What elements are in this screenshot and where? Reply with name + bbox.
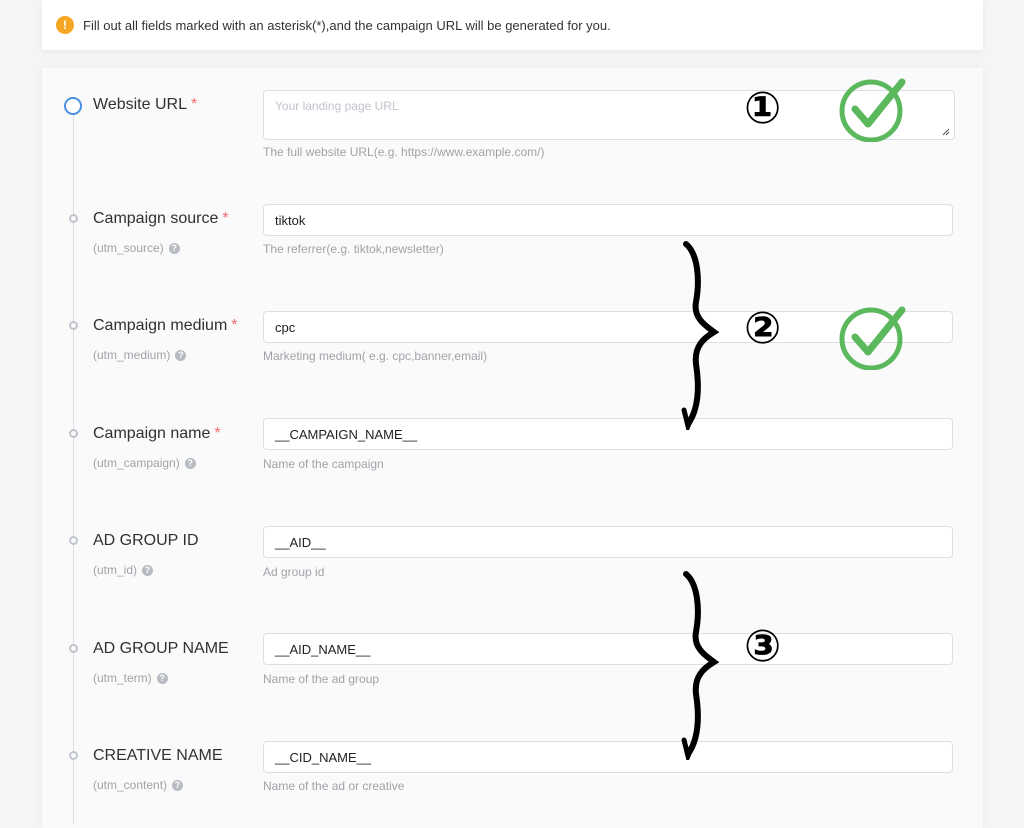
campaign-source-input[interactable]: tiktok [263,204,953,236]
checkmark-icon [839,78,906,142]
ad-group-name-input[interactable]: __AID_NAME__ [263,633,953,665]
help-icon[interactable]: ? [156,672,168,684]
help-icon[interactable]: ? [175,349,187,361]
field-label: Campaign medium * [93,317,238,334]
field-param: (utm_content)? [93,778,184,792]
timeline-dot [69,429,78,438]
timeline-dot-active [64,97,82,115]
field-label: Website URL * [93,96,198,113]
field-hint: Name of the ad group [263,672,380,686]
field-hint: Name of the ad or creative [263,779,405,793]
timeline-dot [69,321,78,330]
field-label: Campaign source * [93,210,229,227]
timeline-dot [69,214,78,223]
help-icon[interactable]: ? [172,779,184,791]
field-param: (utm_term)? [93,671,168,685]
timeline-dot [69,536,78,545]
field-param: (utm_id)? [93,563,154,577]
curly-brace-icon [681,571,720,760]
field-label: AD GROUP ID [93,532,199,549]
resize-handle-icon[interactable] [942,128,950,136]
field-param: (utm_source)? [93,241,180,255]
field-label: Campaign name * [93,425,221,442]
field-param: (utm_campaign)? [93,456,196,470]
field-hint: The referrer(e.g. tiktok,newsletter) [263,242,444,256]
field-hint: Marketing medium( e.g. cpc,banner,email) [263,349,488,363]
field-hint: Ad group id [263,565,325,579]
annotation-number-2: ② [744,304,782,353]
timeline-dot [69,751,78,760]
creative-name-input[interactable]: __CID_NAME__ [263,741,953,773]
annotation-number-1: ① [744,84,782,133]
website-url-placeholder: Your landing page URL [275,99,399,113]
field-label: AD GROUP NAME [93,640,229,657]
annotation-number-3: ③ [744,622,782,671]
notice-text: Fill out all fields marked with an aster… [83,18,611,33]
field-hint: The full website URL(e.g. https://www.ex… [263,145,545,159]
campaign-name-input[interactable]: __CAMPAIGN_NAME__ [263,418,953,450]
field-label: CREATIVE NAME [93,747,223,764]
help-icon[interactable]: ? [142,564,154,576]
help-icon[interactable]: ? [168,242,180,254]
field-param: (utm_medium)? [93,348,187,362]
ad-group-id-input[interactable]: __AID__ [263,526,953,558]
exclamation-icon: ! [56,16,74,34]
field-hint: Name of the campaign [263,457,384,471]
timeline-dot [69,644,78,653]
help-icon[interactable]: ? [184,457,196,469]
checkmark-icon [839,306,906,370]
notice-bar: ! Fill out all fields marked with an ast… [42,0,983,50]
curly-brace-icon [681,241,720,430]
